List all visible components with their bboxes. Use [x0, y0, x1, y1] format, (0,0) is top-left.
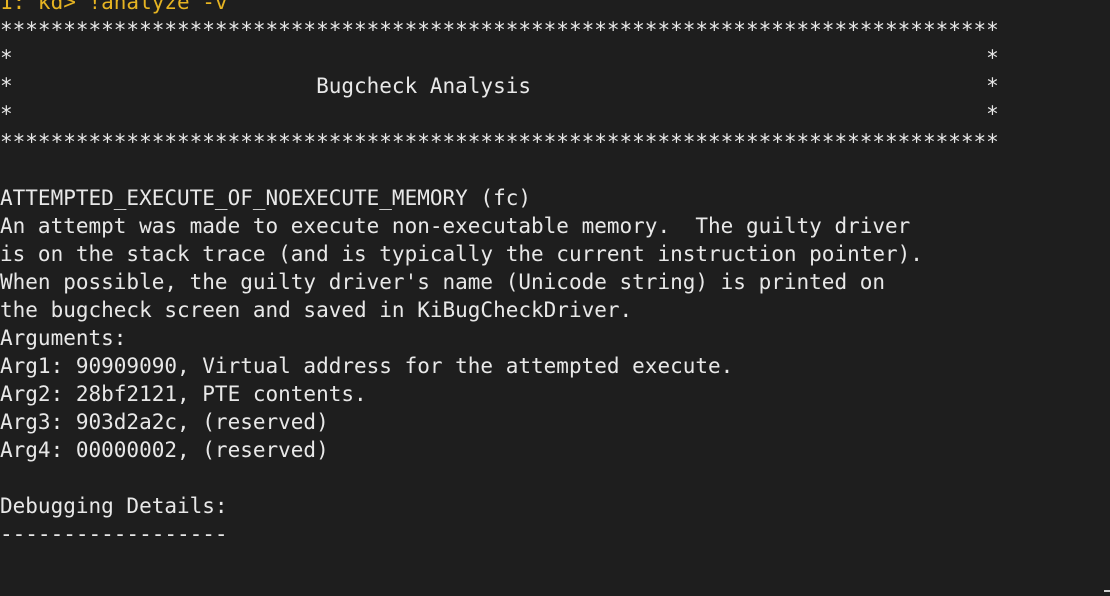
argument-line: Arg3: 903d2a2c, (reserved) — [0, 410, 329, 434]
argument-line: Arg4: 00000002, (reserved) — [0, 438, 329, 462]
banner-title: * Bugcheck Analysis * — [0, 74, 999, 98]
banner-edge-line: * * — [0, 46, 999, 70]
bugcheck-name: ATTEMPTED_EXECUTE_OF_NOEXECUTE_MEMORY (f… — [0, 186, 532, 210]
arguments-header: Arguments: — [0, 326, 127, 350]
text-cursor — [1104, 590, 1110, 592]
banner-edge-line: * * — [0, 102, 999, 126]
banner-border-bottom: ****************************************… — [0, 130, 999, 154]
debugging-details-underline: ------------------ — [0, 522, 228, 546]
command-prompt-line: 1: kd> !analyze -v — [0, 0, 228, 14]
argument-line: Arg1: 90909090, Virtual address for the … — [0, 354, 734, 378]
debugging-details-header: Debugging Details: — [0, 494, 228, 518]
bugcheck-description-line: is on the stack trace (and is typically … — [0, 242, 923, 266]
bugcheck-description-line: When possible, the guilty driver's name … — [0, 270, 886, 294]
debugger-console-output[interactable]: 1: kd> !analyze -v *********************… — [0, 0, 1110, 596]
banner-border-top: ****************************************… — [0, 18, 999, 42]
argument-line: Arg2: 28bf2121, PTE contents. — [0, 382, 367, 406]
bugcheck-description-line: An attempt was made to execute non-execu… — [0, 214, 911, 238]
bugcheck-description-line: the bugcheck screen and saved in KiBugCh… — [0, 298, 633, 322]
